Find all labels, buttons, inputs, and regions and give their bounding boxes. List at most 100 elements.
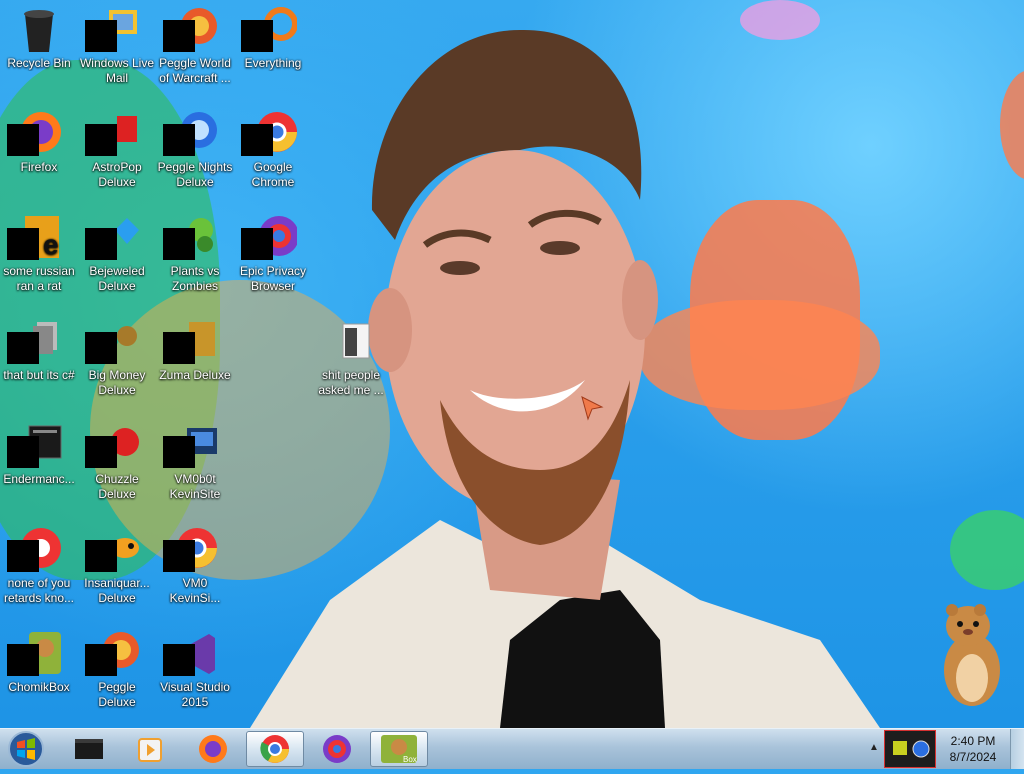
game-icon <box>85 110 141 158</box>
desktop-icon-label: shit people asked me ... <box>318 368 384 397</box>
desktop-icon-peggle-deluxe[interactable]: Peggle Deluxe <box>78 626 156 710</box>
chuzzle-icon <box>85 422 141 470</box>
desktop-icon-plants-vs-zombies[interactable]: Plants vs Zombies <box>156 210 234 294</box>
tray-icons <box>884 730 936 768</box>
redaction-box <box>85 644 117 676</box>
desktop-icon-insaniquarium[interactable]: Insaniquar... Deluxe <box>78 522 156 606</box>
desktop-icon-label: VM0b0t KevinSite <box>169 472 221 501</box>
desktop-icon-bejeweled[interactable]: Bejeweled Deluxe <box>78 210 156 294</box>
fish-icon <box>85 526 141 574</box>
file-icon <box>7 318 63 366</box>
folder-icon <box>327 318 375 366</box>
redaction-box <box>85 540 117 572</box>
redaction-box <box>241 20 273 52</box>
desktop-icon-folder[interactable]: shit people asked me ... <box>312 314 390 398</box>
redaction-box <box>7 228 39 260</box>
desktop-icon-vm0b0t-kevinsite[interactable]: VM0b0t KevinSite <box>156 418 234 502</box>
desktop-icon-label: that but its c# <box>3 368 75 382</box>
show-desktop-button[interactable] <box>1010 729 1024 769</box>
desktop-icon-zuma[interactable]: Zuma Deluxe <box>156 314 234 383</box>
desktop-icon-that-but-c-sharp[interactable]: that but its c# <box>0 314 78 383</box>
redaction-box <box>163 436 195 468</box>
media-player-icon <box>138 738 162 762</box>
chomikbox-label: Box <box>403 755 417 764</box>
clock-date: 8/7/2024 <box>949 750 997 764</box>
desktop-icon-label: Google Chrome <box>251 160 295 189</box>
tray-network-icon[interactable] <box>912 740 930 758</box>
desktop-icon-endermanch[interactable]: Endermanc... <box>0 418 78 487</box>
taskbar-button-terminal[interactable] <box>60 731 118 767</box>
redaction-box <box>85 20 117 52</box>
zuma-icon <box>163 318 219 366</box>
desktop-icon-label: Epic Privacy Browser <box>239 264 307 293</box>
visual-studio-icon <box>163 630 219 678</box>
redaction-box <box>241 228 273 260</box>
peggle-icon <box>163 110 219 158</box>
desktop-icon-firefox[interactable]: Firefox <box>0 106 78 175</box>
redaction-box <box>7 332 39 364</box>
taskbar-button-epic-browser[interactable] <box>308 731 366 767</box>
desktop-icon-visual-studio[interactable]: Visual Studio 2015 <box>156 626 234 710</box>
mouse-cursor <box>581 396 604 421</box>
desktop-icon-label: Zuma Deluxe <box>159 368 231 382</box>
redaction-box <box>163 20 195 52</box>
desktop-icon-windows-live-mail[interactable]: Windows Live Mail <box>78 2 156 86</box>
redaction-box <box>85 436 117 468</box>
desktop-icon-epic-privacy-browser[interactable]: Epic Privacy Browser <box>234 210 312 294</box>
desktop-icon-label: Bejeweled Deluxe <box>89 264 145 293</box>
desktop-icon-chuzzle[interactable]: Chuzzle Deluxe <box>78 418 156 502</box>
show-hidden-icons-button[interactable]: ▲ <box>868 742 880 756</box>
desktop-icon-vm0-kevinsite[interactable]: VM0 KevinSi... <box>156 522 234 606</box>
desktop-icon-label: Chuzzle Deluxe <box>95 472 139 501</box>
desktop-icon-peggle-nights[interactable]: Peggle Nights Deluxe <box>156 106 234 190</box>
app-icon: e <box>7 214 63 262</box>
desktop-icon-google-chrome[interactable]: Google Chrome <box>234 106 312 190</box>
clock[interactable]: 2:40 PM 8/7/2024 <box>942 733 1004 765</box>
desktop-icon-label: Firefox <box>20 160 58 174</box>
redaction-box <box>241 124 273 156</box>
taskbar-button-media-player[interactable] <box>120 731 178 767</box>
money-icon <box>85 318 141 366</box>
chomikbox-icon: Box <box>381 735 417 764</box>
taskbar-button-firefox[interactable] <box>184 731 242 767</box>
redaction-box <box>7 436 39 468</box>
desktop-icon-label: AstroPop Deluxe <box>92 160 142 189</box>
desktop-icon-big-money[interactable]: Big Money Deluxe <box>78 314 156 398</box>
taskbar: Box ▲ 2:40 PM 8/7/2024 <box>0 728 1024 769</box>
desktop-hamster-pet[interactable] <box>936 600 1008 710</box>
desktop-icon-label: Endermanc... <box>3 472 75 486</box>
redaction-box <box>7 540 39 572</box>
redaction-box <box>163 540 195 572</box>
clock-time: 2:40 PM <box>950 734 996 748</box>
chomikbox-icon <box>7 630 63 678</box>
desktop-icon-label: Windows Live Mail <box>79 56 155 85</box>
vm-icon <box>163 422 219 470</box>
chrome-icon <box>163 526 219 574</box>
desktop-icon-russian-rat[interactable]: e some russian ran a rat <box>0 210 78 294</box>
redaction-box <box>163 124 195 156</box>
redaction-box <box>7 124 39 156</box>
mail-icon <box>85 6 141 54</box>
desktop-icon-label: some russian ran a rat <box>3 264 75 293</box>
desktop-icon-label: Insaniquar... Deluxe <box>84 576 150 605</box>
redaction-box <box>85 124 117 156</box>
taskbar-button-chrome[interactable] <box>246 731 304 767</box>
plant-icon <box>163 214 219 262</box>
desktop-icon-label: Plants vs Zombies <box>170 264 220 293</box>
tray-app-icon[interactable] <box>893 741 907 755</box>
desktop-icon-label: Recycle Bin <box>7 56 71 70</box>
desktop-icon-label: Peggle World of Warcraft ... <box>159 56 231 85</box>
peggle-icon <box>85 630 141 678</box>
redaction-box <box>163 332 195 364</box>
desktop-icon-label: VM0 KevinSi... <box>169 576 221 605</box>
firefox-icon <box>7 110 63 158</box>
desktop-icon-chomikbox[interactable]: ChomikBox <box>0 626 78 695</box>
taskbar-button-chomikbox[interactable]: Box <box>370 731 428 767</box>
desktop-icon-everything[interactable]: Everything <box>234 2 312 71</box>
redaction-box <box>163 644 195 676</box>
desktop-icon-peggle-wow[interactable]: Peggle World of Warcraft ... <box>156 2 234 86</box>
desktop-icon-recycle-bin[interactable]: Recycle Bin <box>0 2 78 71</box>
desktop-icon-none-of-you[interactable]: none of you retards kno... <box>0 522 78 606</box>
start-button[interactable] <box>4 730 48 768</box>
desktop-icon-astropop[interactable]: AstroPop Deluxe <box>78 106 156 190</box>
